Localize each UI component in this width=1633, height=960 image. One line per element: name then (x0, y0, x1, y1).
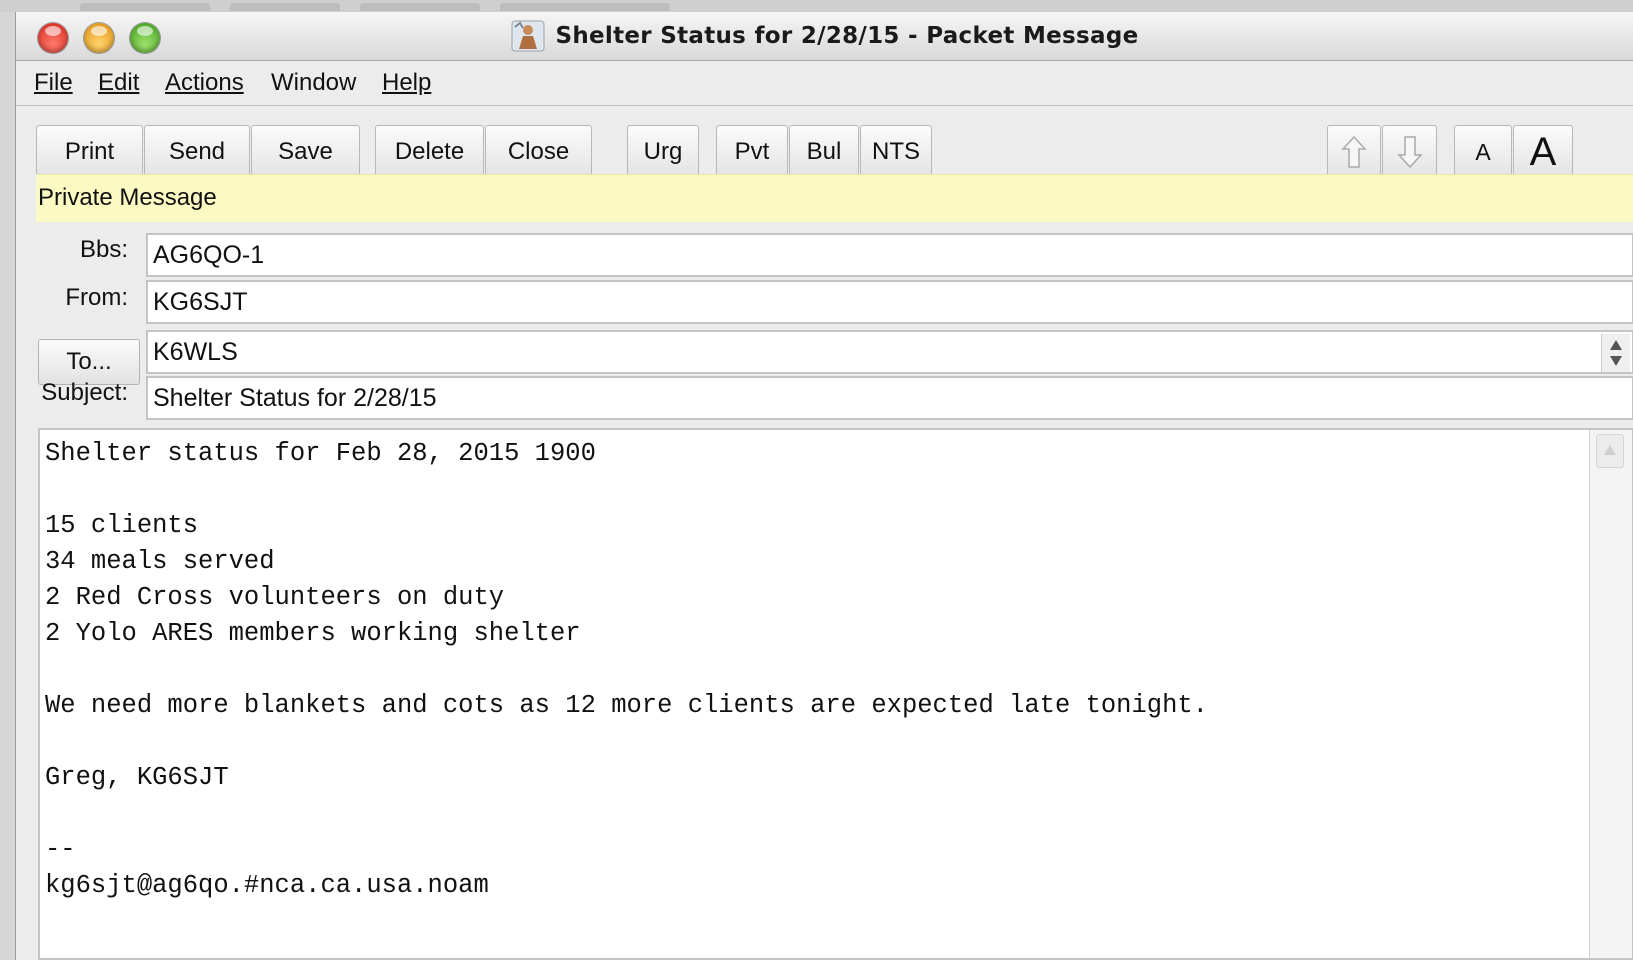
bbs-field[interactable]: AG6QO-1 (146, 233, 1633, 277)
arrow-down-icon (1396, 136, 1423, 169)
menu-file[interactable]: File (34, 69, 73, 97)
next-message-button[interactable] (1382, 125, 1437, 179)
scroll-up-button[interactable] (1596, 434, 1624, 468)
font-larger-button[interactable]: A (1513, 125, 1573, 179)
to-spinner[interactable] (1601, 334, 1630, 372)
subject-value: Shelter Status for 2/28/15 (153, 384, 437, 412)
menu-window[interactable]: Window (271, 69, 356, 97)
packet-message-window: Shelter Status for 2/28/15 - Packet Mess… (15, 12, 1633, 960)
bulletin-button-label: Bul (806, 138, 842, 165)
subject-field[interactable]: Shelter Status for 2/28/15 (146, 376, 1633, 420)
background-window-tab (80, 3, 210, 11)
print-button-label: Print (64, 138, 115, 165)
menu-file-label: File (34, 69, 73, 96)
send-button[interactable]: Send (144, 125, 250, 179)
outpost-app-icon (511, 19, 545, 53)
background-window-tab (360, 3, 480, 11)
font-larger-label: A (1529, 129, 1557, 174)
close-button[interactable]: Close (485, 125, 592, 179)
from-field[interactable]: KG6SJT (146, 280, 1633, 324)
menu-actions[interactable]: Actions (165, 69, 244, 97)
bbs-value: AG6QO-1 (153, 241, 265, 269)
menu-edit-label: Edit (98, 69, 140, 96)
background-window-tab (500, 3, 670, 11)
subject-label: Subject: (41, 379, 128, 406)
message-body-text: Shelter status for Feb 28, 2015 1900 15 … (45, 439, 1208, 900)
save-button-label: Save (278, 138, 333, 165)
bulletin-button[interactable]: Bul (789, 125, 859, 179)
delete-button[interactable]: Delete (375, 125, 484, 179)
nts-button-label: NTS (872, 138, 920, 165)
bbs-label: Bbs: (79, 236, 128, 263)
spinner-arrows-icon (1610, 340, 1622, 366)
title-bar[interactable]: Shelter Status for 2/28/15 - Packet Mess… (16, 12, 1633, 61)
scroll-up-arrow-icon (1604, 445, 1616, 455)
toolbar: Print Send Save Delete Close Urg Pvt Bul… (16, 108, 1633, 179)
to-value: K6WLS (153, 338, 238, 366)
banner-text: Private Message (38, 184, 217, 211)
menu-window-label: Window (271, 69, 357, 96)
window-title: Shelter Status for 2/28/15 - Packet Mess… (555, 23, 1139, 49)
previous-message-button[interactable] (1327, 125, 1381, 179)
urgent-button[interactable]: Urg (627, 125, 699, 179)
message-body-textarea[interactable]: Shelter status for Feb 28, 2015 1900 15 … (38, 428, 1633, 960)
background-window-tab (230, 3, 340, 11)
send-button-label: Send (168, 138, 226, 165)
to-button-label: To... (66, 348, 112, 375)
from-value: KG6SJT (153, 288, 248, 316)
to-field[interactable]: K6WLS (146, 330, 1633, 374)
delete-button-label: Delete (394, 138, 465, 165)
urgent-button-label: Urg (643, 138, 683, 165)
arrow-up-icon (1341, 135, 1367, 168)
message-vertical-scrollbar[interactable] (1589, 430, 1632, 958)
menu-edit[interactable]: Edit (98, 69, 139, 97)
font-smaller-button[interactable]: A (1454, 125, 1512, 179)
private-button[interactable]: Pvt (716, 125, 788, 179)
menu-actions-label: Actions (165, 69, 244, 96)
desktop-background-strip (0, 0, 1633, 12)
save-button[interactable]: Save (251, 125, 360, 179)
font-smaller-label: A (1475, 138, 1491, 165)
private-message-banner: Private Message (36, 174, 1633, 222)
menu-help-label: Help (382, 69, 432, 96)
close-button-label: Close (507, 138, 570, 165)
private-button-label: Pvt (734, 138, 770, 165)
menu-bar: File Edit Actions Window Help (16, 61, 1633, 106)
print-button[interactable]: Print (36, 125, 143, 179)
menu-help[interactable]: Help (382, 69, 431, 97)
title-group: Shelter Status for 2/28/15 - Packet Mess… (16, 12, 1633, 60)
nts-button[interactable]: NTS (860, 125, 932, 179)
from-label: From: (65, 284, 128, 311)
